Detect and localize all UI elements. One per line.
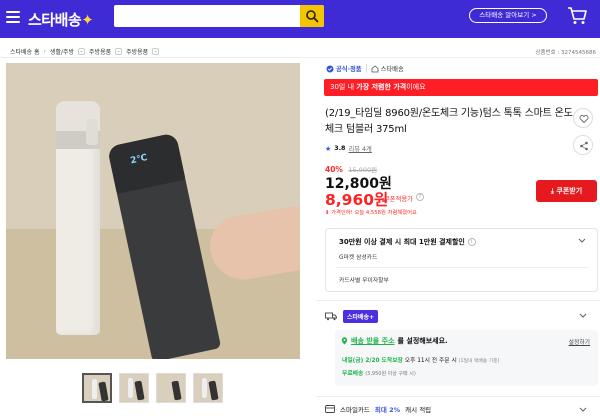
breadcrumb-separator: › (43, 48, 46, 55)
smile-card-suffix: 캐시 적립 (405, 406, 432, 414)
store-icon (371, 64, 378, 72)
banner-suffix: 이에요 (406, 83, 426, 91)
site-logo[interactable]: 스타배송✦ (28, 9, 94, 30)
breadcrumb-category-3[interactable]: 주방용품 (126, 47, 148, 56)
thumbnail-4[interactable] (193, 373, 223, 403)
product-number: 상품번호 : 3274545686 (535, 50, 596, 56)
search-button[interactable] (300, 5, 324, 27)
review-count-link[interactable]: 리뷰 4개 (348, 144, 371, 153)
cart-icon[interactable] (566, 4, 588, 26)
logo-star-icon: ✦ (81, 11, 94, 29)
eta-note: (1일내 택배송 기준) (458, 359, 500, 364)
search-icon (306, 10, 319, 23)
info-icon[interactable]: i (467, 238, 476, 246)
smile-card-row: 스마일카드 최대 2% 캐시 적립 (325, 404, 431, 414)
smile-card-accent: 최대 2% (374, 406, 401, 414)
thumbnail-3[interactable] (156, 373, 186, 403)
divider (336, 267, 589, 268)
hamburger-menu-icon[interactable] (6, 11, 20, 23)
share-button[interactable] (573, 135, 593, 155)
card-name: G마켓 삼성카드 (339, 255, 378, 261)
set-address-link[interactable]: 설정하기 (569, 337, 590, 346)
truck-icon (325, 312, 337, 321)
eta-guarantee: 내일(금) 2/20 도착보장 (342, 358, 403, 364)
address-prompt: 배송 받을 주소 를 설정해보세요. (341, 336, 448, 346)
address-link[interactable]: 배송 받을 주소 (351, 336, 395, 346)
banner-prefix: 30일 내 (330, 83, 357, 91)
shop-badge[interactable]: 스타배송 (365, 64, 404, 73)
logo-text: 스타배송 (28, 11, 82, 29)
wishlist-button[interactable] (573, 108, 593, 128)
heart-icon (579, 115, 589, 124)
installment-line: 카드사별 무이자할부 (339, 278, 389, 284)
top-header: 스타배송✦ 스타배송 알아보기 > (0, 0, 600, 38)
temperature-display: 2℃ (129, 153, 149, 167)
chevron-down-icon[interactable] (578, 404, 588, 414)
divider (316, 300, 600, 301)
delivery-address-box: 배송 받을 주소 를 설정해보세요. 설정하기 내일(금) 2/20 도착보장 오… (335, 330, 598, 386)
free-shipping-label: 무료배송 (342, 371, 364, 377)
star-icon: ★ (325, 144, 332, 153)
location-pin-icon (341, 337, 348, 345)
badges-row: 공식·정품 스타배송 (326, 64, 404, 73)
banner-bold: 가장 저렴한 가격 (356, 83, 407, 91)
shield-check-icon (326, 65, 334, 72)
product-info-panel: 공식·정품 스타배송 30일 내 가장 저렴한 가격이에요 (2/19_타임딜 … (316, 60, 600, 420)
price-drop-icon: ⬇ (325, 210, 330, 216)
coupon-price: 8,960원 (325, 191, 389, 209)
chevron-down-icon[interactable] (577, 235, 587, 245)
divider (0, 57, 600, 58)
thumbnail-strip (82, 373, 223, 403)
divider (316, 396, 600, 397)
rating-row: ★ 3.8 리뷰 4개 (325, 144, 372, 154)
search-input[interactable] (114, 5, 324, 27)
official-badge-label: 공식·정품 (336, 66, 362, 73)
breadcrumb-home[interactable]: 스타배송 홈 (10, 47, 40, 56)
help-icon[interactable]: ? (416, 193, 424, 201)
card-icon (325, 405, 335, 413)
shop-badge-label: 스타배송 (380, 66, 404, 73)
coupon-price-label: 쿠폰적용가 (384, 196, 413, 203)
delivery-badge: 스타배송+ (343, 310, 379, 323)
free-shipping-line: 무료배송 (3,950원 이상 구매 시) (342, 368, 416, 377)
breadcrumb: 스타배송 홈 › 생활/주방 ⌄ 주방용품 ⌄ 주방용품 ⌄ (10, 47, 163, 56)
product-main-image[interactable]: 2℃ (6, 63, 300, 359)
delivery-row: 스타배송+ (325, 310, 379, 323)
thumbnail-2[interactable] (119, 373, 149, 403)
delivery-eta: 내일(금) 2/20 도착보장 오후 11시 전 주문 시 (1일내 택배송 기… (342, 355, 499, 364)
coupon-button-label: 쿠폰받기 (556, 187, 583, 195)
address-prompt-text: 를 설정해보세요. (397, 337, 448, 345)
chevron-down-icon[interactable]: ⌄ (115, 48, 123, 55)
smile-card-prefix: 스마일카드 (340, 406, 370, 414)
card-discount-text: 30만원 이상 결제 시 최대 1만원 결제할인 (339, 238, 465, 246)
chevron-down-icon[interactable]: ⌄ (152, 48, 160, 55)
chevron-down-icon[interactable] (578, 310, 588, 320)
free-shipping-note: (3,950원 이상 구매 시) (365, 371, 416, 377)
price-drop-note: ⬇ 가격인하! 오늘 4,558원 저렴해졌어요 (325, 208, 417, 216)
product-title: (2/19_타임딜 8960원/온도체크 기능)텀스 톡톡 스마트 온도 체크 … (325, 108, 573, 135)
price-drop-text: 가격인하! 오늘 4,558원 저렴해졌어요 (331, 210, 417, 216)
download-icon: ⤓ (550, 187, 554, 195)
rating-score: 3.8 (334, 145, 346, 152)
breadcrumb-category-2[interactable]: 주방용품 (89, 47, 111, 56)
lowest-price-banner: 30일 내 가장 저렴한 가격이에요 (324, 79, 598, 96)
card-discount-line: 30만원 이상 결제 시 최대 1만원 결제할인 i (339, 237, 476, 247)
thumbnail-1[interactable] (82, 373, 112, 403)
get-coupon-button[interactable]: ⤓ 쿠폰받기 (536, 180, 597, 202)
share-icon (580, 141, 588, 151)
breadcrumb-category-1[interactable]: 생활/주방 (50, 47, 74, 56)
chevron-down-icon[interactable]: ⌄ (78, 48, 86, 55)
explore-stardelivery-button[interactable]: 스타배송 알아보기 > (469, 8, 547, 23)
eta-text: 오후 11시 전 주문 시 (404, 358, 457, 364)
card-benefit-box[interactable]: 30만원 이상 결제 시 최대 1만원 결제할인 i G마켓 삼성카드 카드사별 … (325, 228, 598, 292)
official-badge: 공식·정품 (326, 64, 362, 73)
tumbler-clip (86, 119, 98, 145)
white-tumbler-graphic (56, 101, 100, 335)
